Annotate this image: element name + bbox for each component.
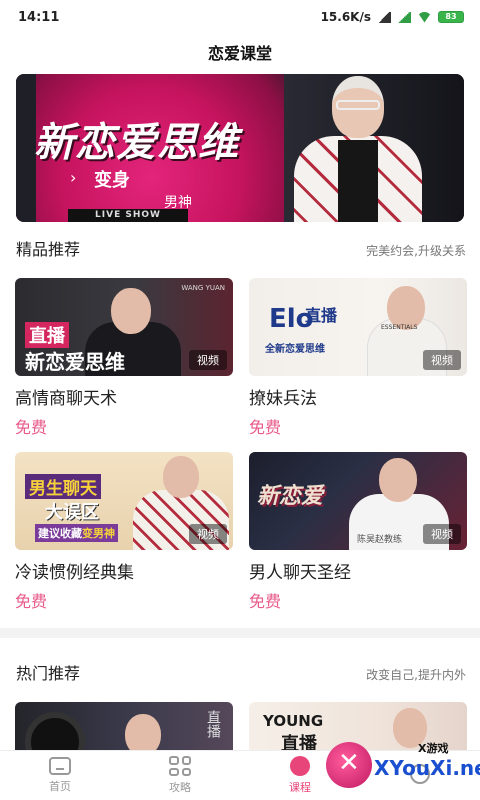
thumbnail-brand: WANG YUAN (181, 284, 225, 292)
status-bar: 14:11 15.6K/s 83 (0, 0, 480, 34)
signal-2-icon (397, 11, 411, 23)
course-card[interactable]: Elo 直播 全新恋爱思维 ESSENTIALS 视频 撩妹兵法 免费 (249, 278, 467, 438)
status-icons: 15.6K/s 83 (321, 10, 464, 24)
video-badge: 视频 (189, 524, 227, 544)
thumbnail-live-label: 直播 (25, 322, 69, 348)
thumbnail-brand: ESSENTIALS (381, 324, 418, 331)
status-time: 14:11 (18, 9, 60, 25)
section-divider (0, 628, 480, 638)
thumbnail-headline-2: 大误区 (45, 502, 99, 523)
watermark-logo: X游戏 XYouXi.net (326, 736, 480, 794)
banner-live-label: LIVE SHOW (68, 209, 188, 222)
course-thumbnail: 新恋爱 陈昊赵教练 视频 (249, 452, 467, 550)
video-badge: 视频 (189, 350, 227, 370)
thumbnail-headline: 男生聊天 (25, 474, 101, 499)
section-title: 精品推荐 (16, 240, 81, 259)
wifi-icon (417, 11, 432, 23)
course-thumbnail: 男生聊天 大误区 建议收藏变男神 视频 (15, 452, 233, 550)
video-badge: 视频 (423, 350, 461, 370)
signal-icon (377, 11, 391, 23)
thumbnail-tagline-highlight: 变男神 (82, 527, 115, 540)
course-title: 撩妹兵法 (249, 389, 317, 409)
thumbnail-tagline: 建议收藏变男神 (35, 524, 118, 542)
tab-label: 攻略 (169, 781, 191, 794)
thumbnail-live-label: 直播 (205, 710, 221, 738)
thumbnail-author: 陈昊赵教练 (357, 535, 403, 545)
page-title: 恋爱课堂 (207, 44, 272, 63)
course-card[interactable]: 新恋爱 陈昊赵教练 视频 男人聊天圣经 免费 (249, 452, 467, 612)
course-card[interactable]: 男生聊天 大误区 建议收藏变男神 视频 冷读惯例经典集 免费 (15, 452, 233, 612)
network-speed: 15.6K/s (320, 10, 371, 24)
course-title: 男人聊天圣经 (249, 563, 351, 583)
thumbnail-tagline-text: 建议收藏 (38, 527, 82, 540)
watermark-icon (326, 742, 372, 788)
thumbnail-live-label: 直播 (305, 306, 338, 325)
section-header-featured: 精品推荐 完美约会,升级关系 (16, 236, 466, 260)
course-price: 免费 (15, 592, 48, 611)
tab-guides[interactable]: 攻略 (120, 756, 240, 795)
course-title: 冷读惯例经典集 (15, 563, 134, 583)
thumbnail-headline: YOUNG (263, 712, 324, 730)
banner-subtitle: 变身 (94, 170, 130, 191)
video-badge: 视频 (423, 524, 461, 544)
banner-edge (16, 74, 36, 222)
chevron-right-icon: › (70, 168, 77, 187)
battery-icon: 83 (438, 11, 464, 23)
course-price: 免费 (15, 418, 48, 437)
course-card[interactable]: 直播 新恋爱思维 WANG YUAN 视频 高情商聊天术 免费 (15, 278, 233, 438)
watermark-small-text: X游戏 (418, 742, 449, 755)
thumbnail-headline: 新恋爱思维 (25, 350, 125, 374)
section-title: 热门推荐 (16, 664, 81, 683)
tab-home[interactable]: 首页 (0, 757, 120, 794)
watermark-text: XYouXi.net (374, 756, 480, 780)
section-header-hot: 热门推荐 改变自己,提升内外 (16, 660, 466, 684)
tab-label: 课程 (289, 781, 311, 794)
banner-headline: 新恋爱思维 (34, 120, 239, 166)
banner-person-image (286, 74, 436, 222)
course-thumbnail: Elo 直播 全新恋爱思维 ESSENTIALS 视频 (249, 278, 467, 376)
thumbnail-headline: 新恋爱 (257, 484, 324, 509)
section-subtitle: 改变自己,提升内外 (366, 668, 466, 682)
section-subtitle: 完美约会,升级关系 (366, 244, 466, 258)
thumbnail-headline: 全新恋爱思维 (265, 344, 325, 355)
course-price: 免费 (249, 418, 282, 437)
grid-icon (169, 756, 191, 776)
course-title: 高情商聊天术 (15, 389, 117, 409)
course-thumbnail: 直播 新恋爱思维 WANG YUAN 视频 (15, 278, 233, 376)
course-icon (290, 756, 310, 776)
course-price: 免费 (249, 592, 282, 611)
home-icon (49, 757, 71, 775)
hero-banner[interactable]: 新恋爱思维 › 变身 男神 LIVE SHOW (16, 74, 464, 222)
tab-label: 首页 (49, 780, 71, 793)
